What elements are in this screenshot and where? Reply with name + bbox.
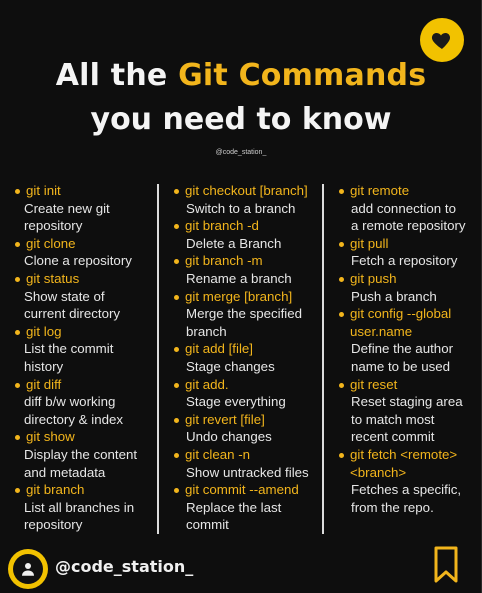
- command-entry: git log List the commit history: [14, 323, 156, 376]
- column-divider-2: [322, 184, 324, 534]
- user-avatar-icon: [22, 563, 34, 576]
- command-description: directory & index: [24, 411, 124, 427]
- command-description: recent commit: [351, 429, 435, 445]
- command-name: user.name: [350, 323, 413, 339]
- command-description: Clone a repository: [24, 253, 132, 269]
- command-description: Stage changes: [186, 358, 275, 374]
- command-description: and metadata: [24, 464, 106, 480]
- command-name: git config --global: [338, 305, 478, 323]
- command-description: from the repo.: [351, 499, 434, 515]
- command-description: List all branches in: [24, 499, 135, 515]
- command-entry: git status Show state of current directory: [14, 270, 156, 323]
- heart-icon: [431, 33, 451, 49]
- command-description: Define the author: [351, 341, 454, 357]
- command-description: Delete a Branch: [186, 235, 282, 251]
- command-column-3: git remote add connection to a remote repo…: [338, 182, 478, 516]
- command-entry: git init Create new git repository: [14, 182, 156, 235]
- command-entry: git clean -n Show untracked files: [171, 446, 321, 481]
- command-description: to match most: [351, 411, 435, 427]
- command-description: Reset staging area: [351, 394, 463, 410]
- command-name: git add.: [171, 376, 321, 394]
- command-description: Display the content: [24, 446, 138, 462]
- command-name: git revert [file]: [171, 411, 321, 429]
- command-entry: git reset Reset staging area to match most…: [338, 376, 478, 446]
- command-entry: git commit --amend Replace the last commit: [171, 481, 321, 534]
- command-description: name to be used: [351, 358, 451, 374]
- command-description: Merge the specified: [186, 306, 303, 322]
- command-name: <branch>: [350, 464, 407, 480]
- command-description: Stage everything: [186, 394, 286, 410]
- command-entry: git pull Fetch a repository: [338, 235, 478, 270]
- command-description: Fetch a repository: [351, 253, 458, 269]
- command-entry: git branch -d Delete a Branch: [171, 217, 321, 252]
- command-description: Push a branch: [351, 288, 437, 304]
- command-description: Fetches a specific,: [351, 482, 462, 498]
- command-name: git status: [14, 270, 156, 288]
- command-entry: git checkout [branch] Switch to a branch: [171, 182, 321, 217]
- command-name: git merge [branch]: [171, 288, 321, 306]
- command-name: git fetch <remote>: [338, 446, 478, 464]
- command-description: current directory: [24, 306, 121, 322]
- command-description: Show untracked files: [186, 464, 309, 480]
- bookmark-icon[interactable]: [433, 546, 459, 584]
- avatar-inner: [13, 554, 43, 584]
- column-divider-1: [157, 184, 159, 534]
- command-entry: git remote add connection to a remote repo…: [338, 182, 478, 235]
- command-entry: git show Display the content and metadata: [14, 428, 156, 481]
- command-entry: git diff diff b/w working directory & inde…: [14, 376, 156, 429]
- command-entry: git config --global user.name Define the a…: [338, 305, 478, 375]
- watermark-handle: @code_station_: [215, 149, 267, 156]
- command-column-2: git checkout [branch] Switch to a branch g…: [171, 182, 321, 534]
- title-prefix: All the: [55, 58, 179, 93]
- command-entry: git branch -m Rename a branch: [171, 252, 321, 287]
- command-name: git branch -m: [171, 252, 321, 270]
- command-name: git branch -d: [171, 217, 321, 235]
- page-subtitle: you need to know: [90, 102, 392, 137]
- command-description: List the commit: [24, 341, 114, 357]
- command-entry: git revert [file] Undo changes: [171, 411, 321, 446]
- command-name: git add [file]: [171, 340, 321, 358]
- command-description: history: [24, 358, 64, 374]
- command-name: git show: [14, 428, 156, 446]
- command-name: git branch: [14, 481, 156, 499]
- command-name: git pull: [338, 235, 478, 253]
- command-description: branch: [186, 323, 227, 339]
- command-description: Show state of: [24, 288, 105, 304]
- command-name: git commit --amend: [171, 481, 321, 499]
- command-name: git clean -n: [171, 446, 321, 464]
- avatar[interactable]: [8, 549, 48, 589]
- command-name: git remote: [338, 182, 478, 200]
- command-name: git diff: [14, 376, 156, 394]
- command-description: Rename a branch: [186, 270, 292, 286]
- post-card: All the Git Commands you need to know @c…: [0, 0, 482, 593]
- command-entry: git fetch <remote> <branch> Fetches a spec…: [338, 446, 478, 516]
- command-column-1: git init Create new git repository git clon…: [14, 182, 156, 534]
- command-entry: git add [file] Stage changes: [171, 340, 321, 375]
- command-name: git checkout [branch]: [171, 182, 321, 200]
- command-description: repository: [24, 517, 83, 533]
- command-name: git log: [14, 323, 156, 341]
- command-name: git push: [338, 270, 478, 288]
- command-entry: git clone Clone a repository: [14, 235, 156, 270]
- command-description: Undo changes: [186, 429, 272, 445]
- command-description: add connection to: [351, 200, 456, 216]
- command-description: Create new git: [24, 200, 110, 216]
- title-highlight: Git Commands: [178, 58, 427, 93]
- command-description: Replace the last: [186, 499, 282, 515]
- command-entry: git push Push a branch: [338, 270, 478, 305]
- command-name: git clone: [14, 235, 156, 253]
- command-entry: git branch List all branches in repository: [14, 481, 156, 534]
- command-name: git init: [14, 182, 156, 200]
- command-description: diff b/w working: [24, 394, 116, 410]
- command-description: a remote repository: [351, 218, 466, 234]
- command-entry: git merge [branch] Merge the specified bra…: [171, 288, 321, 341]
- command-name: git reset: [338, 376, 478, 394]
- page-title: All the Git Commands: [0, 58, 482, 93]
- command-description: commit: [186, 517, 229, 533]
- footer-handle[interactable]: @code_station_: [55, 557, 193, 576]
- command-description: repository: [24, 218, 83, 234]
- command-description: Switch to a branch: [186, 200, 296, 216]
- like-button[interactable]: [420, 18, 464, 62]
- command-entry: git add. Stage everything: [171, 376, 321, 411]
